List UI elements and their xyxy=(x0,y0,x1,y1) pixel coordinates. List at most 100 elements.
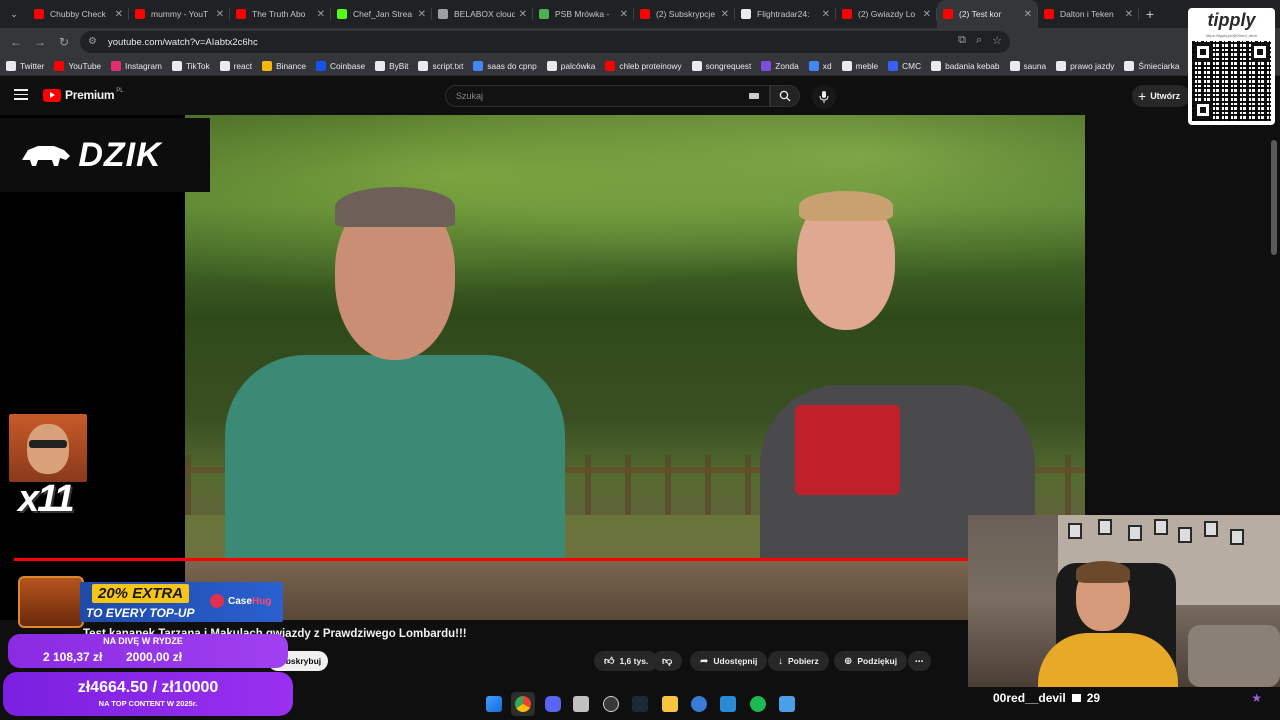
tab-close-icon[interactable]: ✕ xyxy=(519,9,527,20)
back-button[interactable]: ← xyxy=(4,30,28,54)
create-button[interactable]: + Utwórz xyxy=(1132,85,1191,107)
create-label: Utwórz xyxy=(1150,91,1181,101)
zoom-icon[interactable]: ⌕ xyxy=(976,34,982,47)
tab-close-icon[interactable]: ✕ xyxy=(115,9,123,20)
chrome-icon[interactable] xyxy=(515,696,531,712)
bookmark-item[interactable]: CMC xyxy=(888,60,921,71)
tab-search-button[interactable]: ⌄ xyxy=(0,0,28,28)
network-app-icon[interactable] xyxy=(720,696,736,712)
page-scrollbar[interactable] xyxy=(1271,140,1277,255)
tab-close-icon[interactable]: ✕ xyxy=(1125,9,1133,20)
bookmark-item[interactable]: Twitter xyxy=(6,60,44,71)
bookmark-favicon-icon xyxy=(6,60,16,71)
browser-tab[interactable]: BELABOX cloud ✕ xyxy=(432,0,533,28)
bookmark-item[interactable]: saas do cpnp xyxy=(473,60,537,71)
bookmark-item[interactable]: Zonda xyxy=(761,60,799,71)
browser-tab[interactable]: Chef_Jan Strea ✕ xyxy=(331,0,432,28)
bookmark-item[interactable]: script.txt xyxy=(418,60,463,71)
tab-title: mummy - YouT xyxy=(151,9,209,19)
site-info-icon[interactable]: ⚙ xyxy=(88,36,100,48)
browser-tab[interactable]: Flightradar24: ✕ xyxy=(735,0,836,28)
dislike-button[interactable]: 👎︎ xyxy=(652,651,683,671)
bookmark-item[interactable]: Binance xyxy=(262,60,306,71)
bookmark-label: palcówka xyxy=(560,60,596,71)
bookmark-item[interactable]: xd xyxy=(808,60,832,71)
tab-title: Dalton i Teken xyxy=(1060,9,1114,19)
bookmark-item[interactable]: meble xyxy=(841,60,878,71)
browser-tab[interactable]: Dalton i Teken ✕ xyxy=(1038,0,1139,28)
discord-icon[interactable] xyxy=(545,696,561,712)
more-actions-button[interactable]: ⋯ xyxy=(908,651,931,671)
bookmark-item[interactable]: songrequest xyxy=(691,60,752,71)
keyboard-icon[interactable] xyxy=(749,93,759,99)
windows-start-icon[interactable] xyxy=(486,696,502,712)
browser-tab[interactable]: The Truth Abo ✕ xyxy=(230,0,331,28)
youtube-premium-logo[interactable]: Premium PL xyxy=(43,88,124,102)
bookmark-favicon-icon xyxy=(54,60,65,71)
tab-favicon-icon xyxy=(539,9,549,19)
file-explorer-icon[interactable] xyxy=(662,696,678,712)
new-tab-button[interactable]: + xyxy=(1139,0,1161,28)
bookmark-item[interactable]: chleb proteinowy xyxy=(605,60,682,71)
thanks-button[interactable]: ⊕ Podziękuj xyxy=(834,651,908,671)
cursor-app-icon[interactable] xyxy=(691,696,707,712)
bookmark-label: Coinbase xyxy=(330,60,366,71)
tab-close-icon[interactable]: ✕ xyxy=(1024,9,1032,20)
browser-tab[interactable]: (2) Test kor ✕ xyxy=(937,0,1038,28)
gift-icon xyxy=(1071,694,1081,702)
search-input[interactable]: Szukaj xyxy=(445,85,770,107)
bookmark-item[interactable]: Instagram xyxy=(111,60,162,71)
search-button[interactable] xyxy=(770,85,800,107)
tab-close-icon[interactable]: ✕ xyxy=(216,9,224,20)
plus-icon: + xyxy=(1138,88,1147,104)
video-player[interactable] xyxy=(185,115,1085,620)
forward-button[interactable]: → xyxy=(28,30,52,54)
star-icon: ★ xyxy=(1251,691,1262,705)
bookmark-star-icon[interactable]: ☆ xyxy=(992,34,1002,47)
tab-close-icon[interactable]: ✕ xyxy=(418,9,426,20)
steam-icon[interactable] xyxy=(632,696,648,712)
snipping-tool-icon[interactable] xyxy=(573,696,589,712)
bookmark-favicon-icon xyxy=(605,60,616,71)
bookmark-item[interactable]: badania kebab xyxy=(931,60,1000,71)
share-button[interactable]: ➦ Udostępnij xyxy=(690,651,768,671)
reload-button[interactable]: ↻ xyxy=(52,30,76,54)
browser-tab[interactable]: Chubby Check ✕ xyxy=(28,0,129,28)
promo-percent: 20% EXTRA xyxy=(92,584,190,603)
spotify-icon[interactable] xyxy=(750,696,766,712)
tab-close-icon[interactable]: ✕ xyxy=(822,9,830,20)
bookmark-item[interactable]: sauna xyxy=(1009,60,1046,71)
tab-title: (2) Subskrypcje xyxy=(656,9,716,19)
tab-favicon-icon xyxy=(943,9,953,19)
like-button[interactable]: 👍︎ 1,6 tys. xyxy=(594,651,659,671)
bookmark-item[interactable]: palcówka xyxy=(546,60,596,71)
top-goal-value: zł4664.50 / zł10000 xyxy=(77,679,219,696)
tab-close-icon[interactable]: ✕ xyxy=(620,9,628,20)
bookmark-item[interactable]: Coinbase xyxy=(316,60,366,71)
video-progress-bar[interactable] xyxy=(14,558,969,561)
bookmark-item[interactable]: YouTube xyxy=(54,60,101,71)
bookmark-item[interactable]: Śmieciarka xyxy=(1124,60,1179,71)
bookmark-item[interactable]: ByBit xyxy=(375,60,408,71)
bookmark-item[interactable]: TikTok xyxy=(171,60,210,71)
notepad-icon[interactable] xyxy=(779,696,795,712)
browser-tab[interactable]: mummy - YouT ✕ xyxy=(129,0,230,28)
voice-search-button[interactable] xyxy=(812,85,836,109)
tab-close-icon[interactable]: ✕ xyxy=(721,9,729,20)
microphone-icon xyxy=(819,91,829,103)
install-app-icon[interactable]: ⧉ xyxy=(958,34,966,47)
bookmark-label: songrequest xyxy=(705,60,752,71)
download-button[interactable]: ↓ Pobierz xyxy=(768,651,829,671)
tab-close-icon[interactable]: ✕ xyxy=(923,9,931,20)
tab-close-icon[interactable]: ✕ xyxy=(317,9,325,20)
browser-tab[interactable]: (2) Subskrypcje ✕ xyxy=(634,0,735,28)
browser-tab[interactable]: (2) Gwiazdy Lo ✕ xyxy=(836,0,937,28)
obs-icon[interactable] xyxy=(603,696,619,712)
bookmark-favicon-icon xyxy=(761,60,772,71)
bookmark-item[interactable]: react xyxy=(219,60,252,71)
address-bar[interactable]: ⚙ youtube.com/watch?v=AIabtx2c6hc ⧉ ⌕ ☆ xyxy=(80,31,1010,53)
browser-tab[interactable]: PSB Mrówka - ✕ xyxy=(533,0,634,28)
menu-icon[interactable] xyxy=(14,89,28,100)
bookmark-item[interactable]: prawo jazdy xyxy=(1056,60,1114,71)
bookmark-label: Zonda xyxy=(775,60,799,71)
